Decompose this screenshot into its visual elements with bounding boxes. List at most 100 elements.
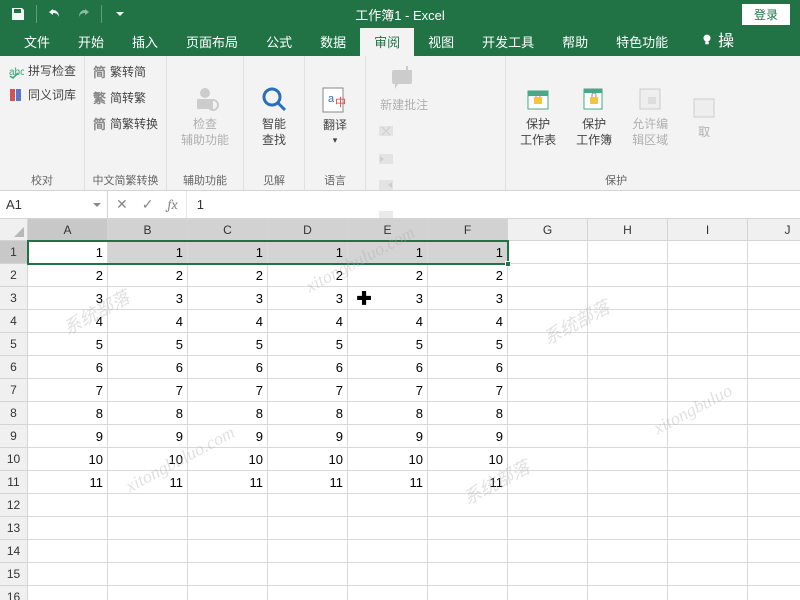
- cell[interactable]: [748, 264, 800, 287]
- cell[interactable]: [108, 494, 188, 517]
- tab-帮助[interactable]: 帮助: [548, 27, 602, 56]
- cell[interactable]: 4: [108, 310, 188, 333]
- cell[interactable]: 1: [268, 241, 348, 264]
- cell[interactable]: 2: [28, 264, 108, 287]
- cell[interactable]: 10: [348, 448, 428, 471]
- cell[interactable]: [428, 586, 508, 600]
- fill-handle[interactable]: [505, 261, 511, 267]
- cell[interactable]: 10: [28, 448, 108, 471]
- cell[interactable]: [748, 241, 800, 264]
- tab-插入[interactable]: 插入: [118, 27, 172, 56]
- next-comment-icon[interactable]: [376, 175, 396, 195]
- fx-icon[interactable]: fx: [167, 196, 177, 213]
- undo-icon[interactable]: [43, 2, 67, 26]
- cell[interactable]: [588, 241, 668, 264]
- col-header-F[interactable]: F: [428, 219, 508, 241]
- cell[interactable]: [28, 586, 108, 600]
- cell[interactable]: [268, 586, 348, 600]
- cell[interactable]: 5: [348, 333, 428, 356]
- cell[interactable]: [668, 471, 748, 494]
- cell[interactable]: [188, 586, 268, 600]
- cell[interactable]: [748, 402, 800, 425]
- cell[interactable]: 3: [428, 287, 508, 310]
- cell[interactable]: 1: [28, 241, 108, 264]
- cell[interactable]: [748, 379, 800, 402]
- translate-button[interactable]: a中 翻译 ▾: [311, 80, 359, 149]
- cell[interactable]: [588, 540, 668, 563]
- cell[interactable]: [108, 563, 188, 586]
- cell[interactable]: 9: [28, 425, 108, 448]
- cell[interactable]: 7: [188, 379, 268, 402]
- name-box[interactable]: A1: [0, 191, 108, 218]
- cell[interactable]: [508, 540, 588, 563]
- cell[interactable]: [668, 586, 748, 600]
- cell[interactable]: 11: [268, 471, 348, 494]
- row-header-14[interactable]: 14: [0, 540, 28, 563]
- row-header-15[interactable]: 15: [0, 563, 28, 586]
- col-header-B[interactable]: B: [108, 219, 188, 241]
- cell[interactable]: 9: [188, 425, 268, 448]
- col-header-C[interactable]: C: [188, 219, 268, 241]
- cell[interactable]: [348, 494, 428, 517]
- row-header-3[interactable]: 3: [0, 287, 28, 310]
- cell[interactable]: [108, 517, 188, 540]
- select-all-corner[interactable]: [0, 219, 28, 241]
- cell[interactable]: [588, 471, 668, 494]
- cell[interactable]: [348, 586, 428, 600]
- cell[interactable]: [268, 540, 348, 563]
- spell-check-button[interactable]: abc 拼写检查: [6, 60, 78, 81]
- cell[interactable]: 7: [428, 379, 508, 402]
- cell[interactable]: [588, 494, 668, 517]
- cell[interactable]: [668, 287, 748, 310]
- cell[interactable]: [508, 494, 588, 517]
- cell[interactable]: 11: [28, 471, 108, 494]
- cell[interactable]: 6: [348, 356, 428, 379]
- cell[interactable]: 2: [428, 264, 508, 287]
- cell[interactable]: [748, 563, 800, 586]
- cell[interactable]: 2: [108, 264, 188, 287]
- cell[interactable]: [508, 333, 588, 356]
- cell[interactable]: [428, 563, 508, 586]
- cell[interactable]: [668, 264, 748, 287]
- cell[interactable]: [668, 402, 748, 425]
- cell[interactable]: [588, 310, 668, 333]
- cell[interactable]: [348, 517, 428, 540]
- col-header-J[interactable]: J: [748, 219, 800, 241]
- allow-edit-ranges-button[interactable]: 允许编辑区域: [624, 60, 676, 170]
- cell[interactable]: 9: [348, 425, 428, 448]
- cell[interactable]: [28, 517, 108, 540]
- cell[interactable]: [588, 402, 668, 425]
- thesaurus-button[interactable]: 同义词库: [6, 84, 78, 105]
- col-header-D[interactable]: D: [268, 219, 348, 241]
- cell[interactable]: [748, 586, 800, 600]
- simp-trad-convert-button[interactable]: 简简繁转换: [91, 112, 160, 135]
- cell[interactable]: [188, 540, 268, 563]
- col-header-G[interactable]: G: [508, 219, 588, 241]
- row-header-13[interactable]: 13: [0, 517, 28, 540]
- cell[interactable]: 4: [28, 310, 108, 333]
- cell[interactable]: 8: [348, 402, 428, 425]
- prev-comment-icon[interactable]: [376, 149, 396, 169]
- cell[interactable]: 10: [188, 448, 268, 471]
- cell[interactable]: 8: [188, 402, 268, 425]
- cell[interactable]: [588, 287, 668, 310]
- cell[interactable]: [668, 333, 748, 356]
- qat-customize-icon[interactable]: [108, 2, 132, 26]
- login-button[interactable]: 登录: [742, 4, 790, 25]
- cell[interactable]: [268, 563, 348, 586]
- cell[interactable]: [748, 471, 800, 494]
- cell[interactable]: 4: [268, 310, 348, 333]
- cell[interactable]: 5: [428, 333, 508, 356]
- cell[interactable]: 10: [428, 448, 508, 471]
- delete-comment-icon[interactable]: [376, 123, 396, 143]
- cell[interactable]: [748, 517, 800, 540]
- tab-视图[interactable]: 视图: [414, 27, 468, 56]
- cell[interactable]: [748, 540, 800, 563]
- cell[interactable]: [588, 333, 668, 356]
- cell[interactable]: 6: [268, 356, 348, 379]
- cell[interactable]: [668, 425, 748, 448]
- cell[interactable]: [508, 264, 588, 287]
- col-header-H[interactable]: H: [588, 219, 668, 241]
- cell[interactable]: [348, 563, 428, 586]
- cell[interactable]: [668, 563, 748, 586]
